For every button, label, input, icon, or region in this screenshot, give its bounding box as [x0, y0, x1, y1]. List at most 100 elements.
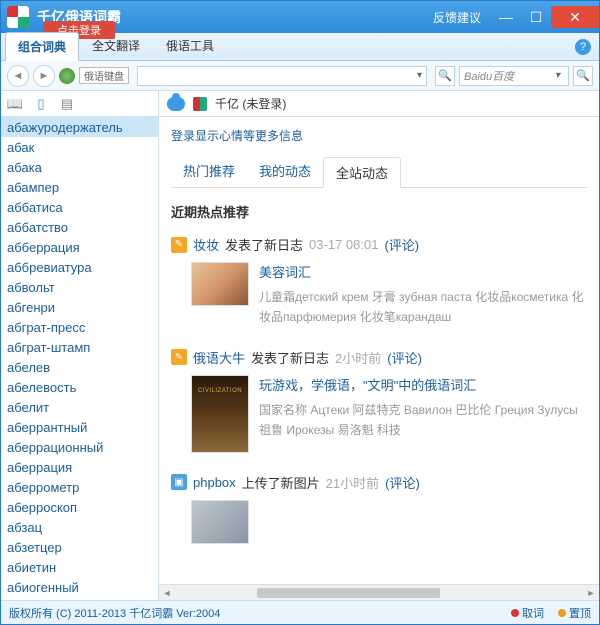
feed-time: 21小时前 [326, 473, 379, 492]
feed-head: ✎俄语大牛发表了新日志2小时前(评论) [171, 348, 587, 367]
feed-body [171, 500, 587, 544]
statusbar: 版权所有 (C) 2011-2013 千亿词霸 Ver:2004 取词 置顶 [1, 600, 599, 624]
word-item[interactable]: аберрантный [1, 417, 158, 437]
word-item[interactable]: абзац [1, 517, 158, 537]
word-item[interactable]: аббревиатура [1, 257, 158, 277]
badge-icon: ✎ [171, 237, 187, 253]
word-item[interactable]: абграт-штамп [1, 337, 158, 357]
word-item[interactable]: абака [1, 157, 158, 177]
feed-thumbnail[interactable] [191, 375, 249, 453]
feed-user-link[interactable]: 妆妆 [193, 235, 219, 254]
book-icon[interactable]: 📖 [7, 96, 23, 112]
right-pane: 千亿 (未登录) 登录显示心情等更多信息 热门推荐 我的动态 全站动态 近期热点… [159, 91, 599, 600]
scroll-right-icon[interactable]: ► [583, 585, 599, 601]
word-item[interactable]: аберрационный [1, 437, 158, 457]
feed-time: 03-17 08:01 [309, 237, 378, 252]
right-body: 登录显示心情等更多信息 热门推荐 我的动态 全站动态 近期热点推荐 ✎ 妆妆发表了… [159, 117, 599, 584]
word-item[interactable]: аббатиса [1, 197, 158, 217]
feed-time: 2小时前 [335, 348, 381, 367]
page-icon[interactable]: ▤ [59, 96, 75, 112]
word-item[interactable]: абграт-пресс [1, 317, 158, 337]
feed-action: 发表了新日志 [251, 348, 329, 367]
yellow-dot-icon [558, 609, 566, 617]
tab-dictionary[interactable]: 组合词典 [5, 32, 79, 61]
feed-body: 玩游戏，学俄语，"文明"中的俄语词汇国家名称 Ацтеки 阿兹特克 Вавил… [171, 375, 587, 453]
feed-list: ✎ 妆妆发表了新日志 03-17 08:01 (评论) 美容词汇儿童霜детский к… [171, 235, 587, 544]
feed-head: ▣phpbox上传了新图片21小时前(评论) [171, 473, 587, 492]
word-item[interactable]: абберрация [1, 237, 158, 257]
back-button[interactable]: ◄ [7, 65, 29, 87]
search-dropdown-icon[interactable]: ▾ [413, 70, 426, 81]
word-item[interactable]: абелевость [1, 377, 158, 397]
section-title: 近期热点推荐 [171, 202, 587, 221]
login-hint-link[interactable]: 登录显示心情等更多信息 [171, 127, 587, 144]
feed-comment-link[interactable]: (评论) [384, 235, 419, 254]
feed-user-link[interactable]: phpbox [193, 475, 236, 490]
window-controls: — ☐ ✕ [491, 6, 599, 28]
sidebar: 📖 ▯ ▤ абажуродержательабакабакаабампераб… [1, 91, 159, 600]
feed-thumbnail[interactable] [191, 500, 249, 544]
feedback-link[interactable]: 反馈建议 [423, 9, 491, 26]
scroll-track[interactable] [175, 585, 583, 601]
word-item[interactable]: абгенри [1, 297, 158, 317]
content-area: 📖 ▯ ▤ абажуродержательабакабакаабампераб… [1, 91, 599, 600]
bookmark-icon[interactable]: ▯ [33, 96, 49, 112]
feed-head: ✎妆妆发表了新日志03-17 08:01(评论) [171, 235, 587, 254]
app-logo-icon [7, 6, 29, 28]
cloud-icon[interactable] [167, 97, 185, 111]
word-item[interactable]: аббатство [1, 217, 158, 237]
feed-comment-link[interactable]: (评论) [387, 348, 422, 367]
subtab-mine[interactable]: 我的动态 [247, 156, 323, 187]
word-item[interactable]: абзетцер [1, 537, 158, 557]
engine-select[interactable]: Baidu百度 ▾ [459, 66, 569, 86]
feed-title-link[interactable]: 玩游戏，学俄语，"文明"中的俄语词汇 [259, 375, 587, 394]
feed-comment-link[interactable]: (评论) [385, 473, 420, 492]
feed-thumbnail[interactable] [191, 262, 249, 306]
word-item[interactable]: абвольт [1, 277, 158, 297]
feed-item: ✎妆妆发表了新日志03-17 08:01(评论)美容词汇儿童霜детский к… [171, 235, 587, 328]
copyright-text: 版权所有 (C) 2011-2013 千亿词霸 Ver:2004 [9, 605, 220, 621]
feed-body: 美容词汇儿童霜детский крем 牙膏 зубная паста 化妆品к… [171, 262, 587, 328]
right-header: 千亿 (未登录) [159, 91, 599, 117]
toolbar: ◄ ► 俄语键盘 ▾ 🔍 Baidu百度 ▾ 🔍 [1, 61, 599, 91]
sub-tabs: 热门推荐 我的动态 全站动态 [171, 156, 587, 188]
word-item[interactable]: абелев [1, 357, 158, 377]
word-list[interactable]: абажуродержательабакабакаабампераббатиса… [1, 117, 158, 600]
word-item[interactable]: аберрация [1, 457, 158, 477]
word-item[interactable]: аберроскоп [1, 497, 158, 517]
engine-label: Baidu百度 [464, 68, 514, 84]
word-item[interactable]: абак [1, 137, 158, 157]
word-item[interactable]: абиетин [1, 557, 158, 577]
word-item[interactable]: абажуродержатель [1, 117, 158, 137]
feed-text [259, 500, 587, 544]
scroll-thumb[interactable] [257, 588, 441, 598]
search-button[interactable]: 🔍 [435, 66, 455, 86]
word-item[interactable]: абелит [1, 397, 158, 417]
word-item[interactable]: абиогенный [1, 577, 158, 597]
feed-text: 玩游戏，学俄语，"文明"中的俄语词汇国家名称 Ацтеки 阿兹特克 Вавил… [259, 375, 587, 453]
minimize-button[interactable]: — [491, 6, 521, 28]
keyboard-tag[interactable]: 俄语键盘 [79, 67, 129, 84]
qianyi-icon [193, 97, 207, 111]
word-item[interactable]: аберрометр [1, 477, 158, 497]
globe-icon[interactable] [59, 68, 75, 84]
web-search-button[interactable]: 🔍 [573, 66, 593, 86]
tab-tools[interactable]: 俄语工具 [153, 31, 227, 60]
titlebar: 千亿俄语词霸 点击登录 反馈建议 — ☐ ✕ [1, 1, 599, 33]
search-input[interactable] [138, 67, 413, 85]
account-status: 千亿 (未登录) [215, 95, 286, 112]
pick-word-toggle[interactable]: 取词 [511, 605, 544, 621]
scroll-left-icon[interactable]: ◄ [159, 585, 175, 601]
sidebar-toolbar: 📖 ▯ ▤ [1, 91, 158, 117]
always-on-top-toggle[interactable]: 置顶 [558, 605, 591, 621]
feed-title-link[interactable]: 美容词汇 [259, 262, 587, 281]
forward-button[interactable]: ► [33, 65, 55, 87]
maximize-button[interactable]: ☐ [521, 6, 551, 28]
word-item[interactable]: абампер [1, 177, 158, 197]
help-icon[interactable]: ? [575, 39, 591, 55]
subtab-all[interactable]: 全站动态 [323, 157, 401, 188]
subtab-hot[interactable]: 热门推荐 [171, 156, 247, 187]
horizontal-scrollbar[interactable]: ◄ ► [159, 584, 599, 600]
close-button[interactable]: ✕ [551, 6, 599, 28]
feed-user-link[interactable]: 俄语大牛 [193, 348, 245, 367]
